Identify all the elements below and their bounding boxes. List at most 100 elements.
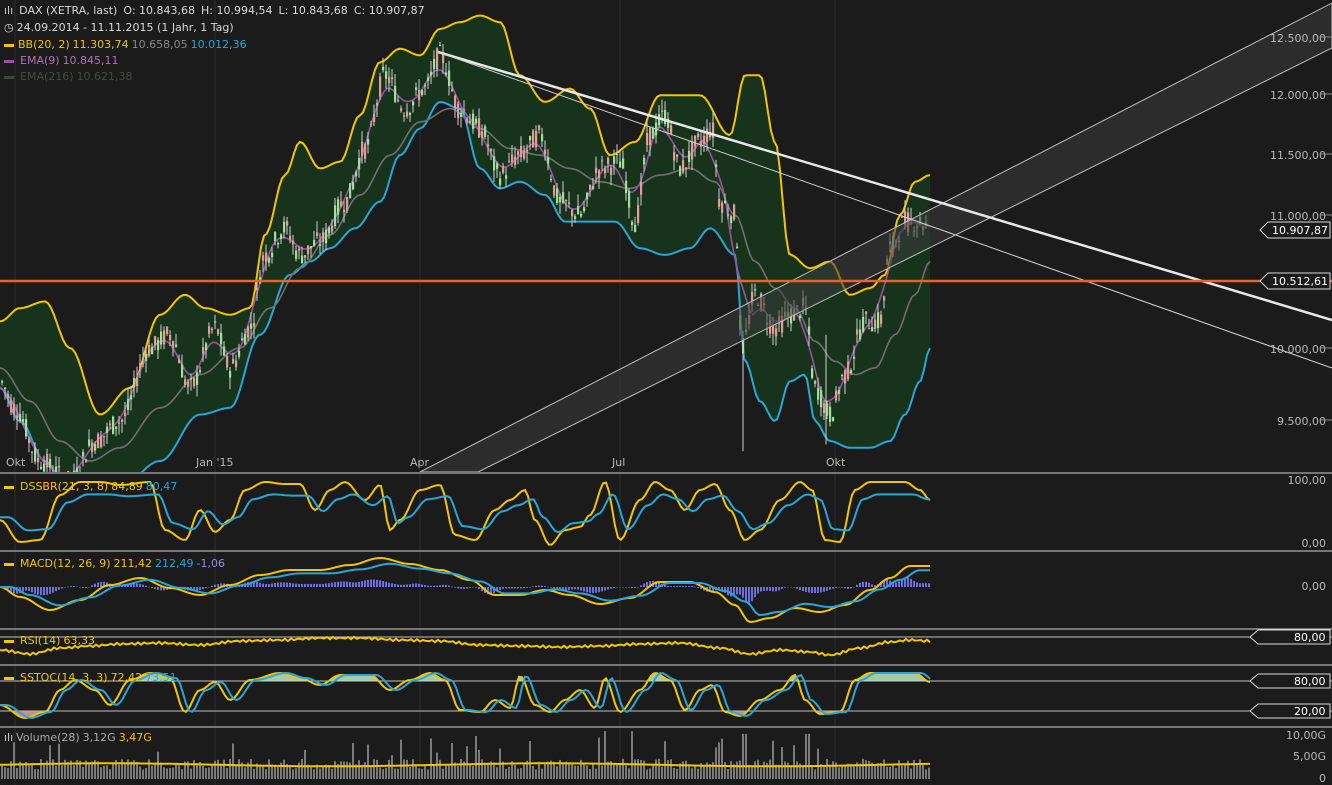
candle-body [469, 120, 472, 124]
macd-histogram-bar [142, 584, 144, 587]
candle-body [151, 347, 154, 355]
macd-histogram-bar [787, 586, 789, 588]
candle-body [289, 235, 292, 241]
candle-body [811, 368, 814, 379]
candle-body [256, 287, 259, 290]
macd-histogram-bar [28, 587, 30, 591]
legend-ema216[interactable]: EMA(216) 10.621,38 [4, 70, 139, 83]
candle-body [532, 130, 535, 148]
macd-histogram-bar [784, 587, 786, 588]
dss-legend[interactable]: DSSBR(21, 3, 8) 84,89 80,47 [4, 480, 183, 493]
candle-body [202, 347, 205, 354]
macd-histogram-bar [385, 581, 387, 587]
macd-histogram-bar [70, 586, 72, 587]
macd-histogram-bar [736, 587, 738, 595]
volume-legend[interactable]: ılı Volume(28) 3,12G 3,47G [4, 731, 158, 744]
candle-body [412, 101, 415, 106]
volume-bar [577, 765, 579, 779]
volume-bar [898, 760, 900, 779]
macd-histogram-bar [301, 583, 303, 587]
candle-body [319, 244, 322, 246]
candle-body [172, 341, 175, 348]
candle-body [703, 135, 706, 145]
ema9-value: 10.845,11 [62, 54, 119, 67]
candle-body [607, 158, 610, 164]
volume-bar [310, 767, 312, 779]
candle-body [19, 414, 22, 422]
candle-body [235, 360, 238, 368]
candle-body [397, 100, 400, 102]
candle-body [562, 192, 565, 203]
macd-histogram-bar [46, 587, 48, 595]
macd-histogram-bar [310, 583, 312, 587]
candle-body [250, 323, 253, 329]
rsi-legend[interactable]: RSI(14) 63,33 [4, 634, 101, 647]
volume-bar [886, 766, 888, 779]
volume-bar [613, 764, 615, 779]
volume-bar [1, 764, 3, 779]
volume-label: Volume(28) [16, 731, 80, 744]
macd-histogram-bar [679, 586, 681, 587]
dss-line-blue [0, 493, 931, 534]
volume-bar [544, 762, 546, 779]
volume-bar [7, 767, 9, 779]
support-price-text: 10.512,61 [1272, 275, 1328, 288]
candle-body [46, 453, 49, 468]
candle-body [466, 118, 469, 123]
volume-bar [106, 765, 108, 779]
sstoc-legend[interactable]: SSTOC(14, 3, 3) 72,42 73,51 [4, 671, 183, 684]
rsi-swatch [4, 639, 14, 643]
macd-histogram-bar [394, 584, 396, 587]
macd-histogram-bar [367, 579, 369, 587]
volume-bar [295, 768, 297, 779]
candle-body [478, 118, 481, 138]
candle-body [310, 246, 313, 249]
volume-bar [223, 759, 225, 779]
ema216-value: 10.621,38 [76, 70, 133, 83]
bb-label: BB(20, 2) [18, 38, 70, 51]
volume-bar [532, 766, 534, 779]
candle-body [109, 423, 112, 426]
candle-body [496, 163, 499, 169]
volume-bar [832, 761, 834, 779]
legend-bb[interactable]: BB(20, 2) 11.303,74 10.658,05 10.012,36 [4, 38, 253, 51]
volume-bar [874, 764, 876, 779]
volume-bar [22, 763, 24, 779]
volume-bar [376, 759, 378, 779]
candle-body [874, 319, 877, 329]
macd-histogram-bar [325, 583, 327, 587]
candle-body [559, 196, 562, 203]
volume-bar [637, 759, 639, 779]
volume-bar [157, 751, 159, 779]
candle-body [847, 361, 850, 380]
low-value: L: 10.843,68 [278, 4, 348, 17]
candle-body [535, 130, 538, 148]
candle-body [577, 206, 580, 215]
macd-histogram-bar [769, 587, 771, 591]
macd-histogram-bar [436, 585, 438, 587]
macd-histogram-bar [94, 583, 96, 587]
macd-histogram-bar [811, 587, 813, 593]
candle-body [214, 321, 217, 323]
macd-legend[interactable]: MACD(12, 26, 9) 211,42 212,49 -1,06 [4, 557, 231, 570]
ema216-swatch [4, 75, 14, 79]
support-price-label: 10.512,61 [1259, 272, 1331, 290]
macd-histogram-bar [469, 587, 471, 588]
macd-histogram-bar [691, 586, 693, 587]
macd-histogram-bar [472, 587, 474, 588]
candle-body [286, 221, 289, 226]
candle-body [433, 58, 436, 70]
candle-body [82, 451, 85, 457]
candle-body [565, 199, 568, 201]
candle-body [481, 131, 484, 138]
candle-body [271, 252, 274, 258]
bollinger-fill [0, 15, 930, 472]
volume-bar [28, 764, 30, 779]
volume-bar [925, 769, 927, 779]
volume-bar [142, 769, 144, 779]
candle-body [883, 296, 886, 301]
legend-ema9[interactable]: EMA(9) 10.845,11 [4, 54, 125, 67]
volume-bar [862, 758, 864, 779]
candle-body [418, 89, 421, 101]
macd-histogram-bar [757, 587, 759, 594]
